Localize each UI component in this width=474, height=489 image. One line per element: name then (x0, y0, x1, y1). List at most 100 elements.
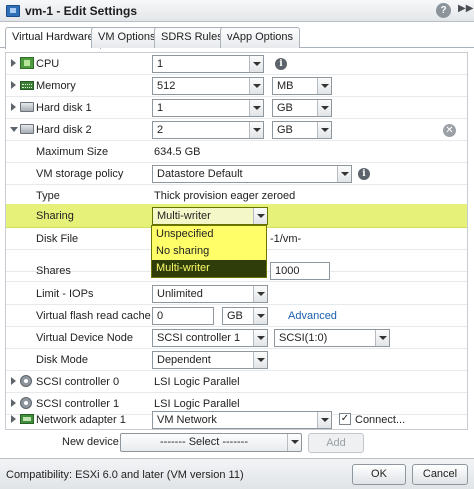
disk-file-label: Disk File (36, 233, 79, 245)
chevron-down-icon[interactable] (287, 434, 301, 451)
cpu-label: CPU (36, 58, 60, 70)
new-device-select-value: ------- Select ------- (160, 436, 248, 448)
collapse-chevron-icon[interactable] (10, 127, 18, 132)
tab-bar: Virtual Hardware VM Options SDRS Rules v… (0, 22, 474, 49)
device-node-select[interactable]: SCSI(1:0) (274, 329, 390, 347)
limit-iops-row: Limit - IOPs Unlimited (6, 283, 467, 305)
disk-mode-label: Disk Mode (36, 354, 88, 366)
chevron-down-icon[interactable] (249, 78, 263, 94)
hard-disk-1-size-input[interactable]: 1 (152, 99, 264, 117)
chevron-down-icon[interactable] (317, 100, 331, 116)
expand-chevron-icon[interactable] (11, 103, 16, 111)
device-node-controller-select[interactable]: SCSI controller 1 (152, 329, 268, 347)
storage-policy-value: Datastore Default (157, 168, 243, 180)
expand-chevron-icon[interactable] (11, 81, 16, 89)
sharing-option-no-sharing[interactable]: No sharing (152, 243, 266, 260)
memory-row: Memory 512 MB (6, 75, 467, 97)
expand-chevron-icon[interactable] (11, 377, 16, 385)
limit-iops-label: Limit - IOPs (36, 288, 94, 300)
sharing-label: Sharing (36, 210, 74, 222)
expand-chevron-icon[interactable] (11, 59, 16, 67)
disk-mode-value: Dependent (157, 354, 211, 366)
help-icon[interactable]: ? (436, 3, 451, 18)
scsi-controller-0-row: SCSI controller 0 LSI Logic Parallel (6, 371, 467, 393)
chevron-down-icon[interactable] (253, 308, 267, 324)
storage-policy-select[interactable]: Datastore Default (152, 165, 352, 183)
shares-label: Shares (36, 265, 71, 277)
expand-chevron-icon[interactable] (11, 399, 16, 407)
new-device-select[interactable]: ------- Select ------- (120, 433, 302, 452)
memory-unit-value: MB (277, 80, 294, 92)
tab-vapp-options[interactable]: vApp Options (220, 27, 301, 48)
flash-cache-unit-value: GB (227, 310, 243, 322)
ok-button[interactable]: OK (352, 464, 406, 485)
memory-size-select[interactable]: 512 (152, 77, 264, 95)
chevron-down-icon[interactable] (317, 78, 331, 94)
max-size-value: 634.5 GB (154, 146, 201, 158)
shares-value: 1000 (275, 265, 300, 277)
network-adapter-icon (20, 414, 34, 424)
info-icon[interactable]: i (275, 58, 287, 70)
chevron-down-icon[interactable] (253, 352, 267, 368)
network-select[interactable]: VM Network (152, 411, 332, 429)
hard-disk-1-size-value: 1 (157, 102, 164, 114)
storage-policy-row: VM storage policy Datastore Default i (6, 163, 467, 185)
cpu-icon (20, 57, 34, 69)
disk-mode-select[interactable]: Dependent (152, 351, 268, 369)
device-node-value: SCSI(1:0) (279, 332, 328, 344)
shares-input[interactable]: 1000 (270, 262, 330, 280)
scsi-controller-0-label: SCSI controller 0 (36, 376, 120, 388)
chevron-down-icon[interactable] (317, 122, 331, 138)
hard-disk-icon (20, 124, 34, 134)
memory-size-value: 512 (157, 80, 176, 92)
cancel-button[interactable]: Cancel (412, 464, 468, 485)
network-adapter-1-row: Network adapter 1 VM Network ✓ Connect..… (6, 409, 467, 429)
disk-file-value: -1/vm- (270, 233, 302, 245)
window-title: vm-1 - Edit Settings (25, 4, 138, 18)
cpu-row: CPU 1 i (6, 53, 467, 75)
scsi-controller-icon (20, 375, 32, 387)
hard-disk-1-unit-select[interactable]: GB (272, 99, 332, 117)
tab-sdrs-rules[interactable]: SDRS Rules (154, 27, 230, 48)
flash-cache-label: Virtual flash read cache (36, 310, 151, 322)
storage-policy-label: VM storage policy (36, 168, 124, 180)
cpu-count-select[interactable]: 1 (152, 55, 264, 73)
hard-disk-1-unit-value: GB (277, 102, 293, 114)
advanced-link[interactable]: Advanced (288, 310, 337, 322)
flash-cache-unit-select[interactable]: GB (222, 307, 268, 325)
device-node-controller-value: SCSI controller 1 (157, 332, 241, 344)
chevron-down-icon[interactable] (249, 100, 263, 116)
remove-icon[interactable]: ✕ (443, 124, 456, 137)
chevron-down-icon[interactable] (249, 122, 263, 138)
sharing-select[interactable]: Multi-writer (152, 207, 268, 225)
sharing-option-unspecified[interactable]: Unspecified (152, 226, 266, 243)
chevron-down-icon[interactable] (253, 208, 267, 224)
expand-chevron-icon[interactable] (11, 415, 16, 423)
scsi-controller-0-value: LSI Logic Parallel (154, 376, 240, 388)
hard-disk-2-size-value: 2 (157, 124, 164, 136)
chevron-down-icon[interactable] (375, 330, 389, 346)
connect-checkbox[interactable]: ✓ (339, 413, 351, 425)
memory-unit-select[interactable]: MB (272, 77, 332, 95)
hard-disk-2-unit-select[interactable]: GB (272, 121, 332, 139)
chevron-down-icon[interactable] (317, 412, 331, 428)
title-bar: vm-1 - Edit Settings ? ▶▶ (0, 0, 474, 22)
chevron-down-icon[interactable] (253, 286, 267, 302)
flash-cache-input[interactable]: 0 (152, 307, 214, 325)
chevron-down-icon[interactable] (253, 330, 267, 346)
hard-disk-2-label: Hard disk 2 (36, 124, 92, 136)
chevron-down-icon[interactable] (249, 56, 263, 72)
max-size-label: Maximum Size (36, 146, 109, 158)
add-device-button[interactable]: Add (308, 433, 364, 453)
limit-iops-select[interactable]: Unlimited (152, 285, 268, 303)
device-node-row: Virtual Device Node SCSI controller 1 SC… (6, 327, 467, 349)
info-icon[interactable]: i (358, 168, 370, 180)
chevron-down-icon[interactable] (337, 166, 351, 182)
expand-icon[interactable]: ▶▶ (458, 3, 473, 14)
tab-vm-options[interactable]: VM Options (91, 27, 163, 48)
tab-virtual-hardware[interactable]: Virtual Hardware (5, 27, 101, 49)
memory-icon (20, 81, 34, 90)
sharing-option-multi-writer[interactable]: Multi-writer (152, 260, 266, 277)
hard-disk-2-size-input[interactable]: 2 (152, 121, 264, 139)
new-device-bar: New device: ------- Select ------- Add (0, 430, 474, 456)
